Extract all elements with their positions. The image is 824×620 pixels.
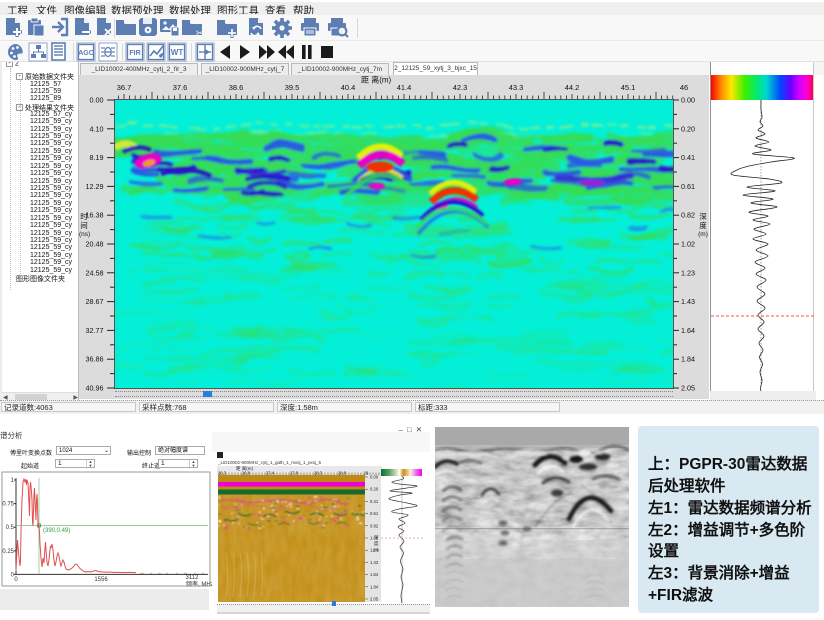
svg-text:0.00: 0.00 [681, 96, 695, 105]
svg-text:20.48: 20.48 [86, 240, 104, 249]
svg-text:1.64: 1.64 [370, 572, 379, 577]
svg-text:0.82: 0.82 [370, 523, 379, 528]
svg-text:0.5: 0.5 [6, 525, 15, 531]
svg-text:0.25: 0.25 [2, 549, 14, 555]
svg-text:43.3: 43.3 [509, 83, 524, 92]
svg-text:44.2: 44.2 [565, 83, 580, 92]
svg-text:46: 46 [680, 83, 688, 92]
svg-text:1.43: 1.43 [681, 297, 695, 306]
svg-text:8.19: 8.19 [90, 153, 104, 162]
svg-text:12.29: 12.29 [86, 182, 104, 191]
svg-text:(390,0.49): (390,0.49) [43, 528, 70, 534]
svg-text:1.64: 1.64 [681, 326, 695, 335]
svg-text:24.58: 24.58 [86, 268, 104, 277]
svg-text:FIR: FIR [129, 50, 140, 57]
svg-text:0.82: 0.82 [681, 211, 695, 220]
svg-text:0.75: 0.75 [2, 502, 14, 508]
svg-text:36.86: 36.86 [86, 355, 104, 364]
svg-text:(m): (m) [373, 547, 380, 552]
svg-text:0.41: 0.41 [370, 499, 379, 504]
svg-text:3112: 3112 [186, 575, 200, 581]
svg-text:38.6: 38.6 [229, 83, 244, 92]
svg-text:✂: ✂ [196, 28, 204, 38]
svg-text:0.20: 0.20 [370, 487, 379, 492]
svg-text:28.67: 28.67 [86, 297, 104, 306]
svg-text:度: 度 [374, 540, 379, 547]
svg-text:40.4: 40.4 [341, 83, 356, 92]
svg-text:1.23: 1.23 [681, 268, 695, 277]
svg-text:0.20: 0.20 [681, 124, 695, 133]
svg-text:1.84: 1.84 [370, 584, 379, 589]
svg-text:0.00: 0.00 [90, 96, 104, 105]
svg-text:频率, MHz: 频率, MHz [186, 580, 212, 588]
svg-text:40.96: 40.96 [86, 384, 104, 393]
svg-text:距 离(m): 距 离(m) [361, 75, 392, 85]
svg-text:1.43: 1.43 [370, 560, 379, 565]
svg-text:_LID10002-900MHz_cytj_1_gath_1: _LID10002-900MHz_cytj_1_gath_1_mxsj_1_px… [217, 460, 322, 465]
svg-text:42.3: 42.3 [453, 83, 468, 92]
svg-text:0.61: 0.61 [370, 511, 379, 516]
svg-text:4.10: 4.10 [90, 124, 104, 133]
svg-text:2.05: 2.05 [370, 597, 379, 602]
svg-text:37.6: 37.6 [173, 83, 188, 92]
svg-text:36.7: 36.7 [117, 83, 132, 92]
svg-text:39.5: 39.5 [285, 83, 300, 92]
svg-text:0.61: 0.61 [681, 182, 695, 191]
svg-text:深: 深 [374, 534, 379, 541]
svg-text:WT: WT [171, 48, 184, 57]
svg-text:1.02: 1.02 [681, 240, 695, 249]
svg-text:1.84: 1.84 [681, 355, 695, 364]
svg-text:0.41: 0.41 [681, 153, 695, 162]
svg-text:1556: 1556 [94, 577, 108, 583]
svg-text:32.77: 32.77 [86, 326, 104, 335]
svg-text:AGC: AGC [78, 50, 94, 57]
svg-text:2.05: 2.05 [681, 384, 695, 393]
svg-text:41.4: 41.4 [397, 83, 412, 92]
svg-text:0.00: 0.00 [370, 475, 379, 480]
svg-text:45.1: 45.1 [621, 83, 636, 92]
